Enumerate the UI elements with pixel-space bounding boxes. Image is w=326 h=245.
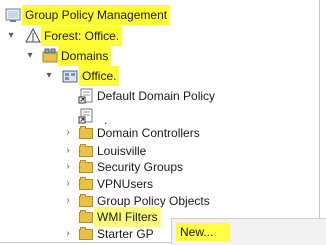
tree-node-domain-controllers-label: Domain Controllers [97, 126, 200, 140]
tree-node-office-label: Office. [79, 66, 120, 86]
ou-folder-icon [78, 125, 94, 141]
chevron-down-icon[interactable]: ▾ [6, 26, 16, 46]
tree-node-root-label: Group Policy Management [22, 5, 171, 25]
tree-node-starter-gpos[interactable]: › Starter GP [0, 224, 172, 244]
domain-icon [62, 70, 78, 83]
chevron-right-icon[interactable]: › [63, 123, 73, 143]
folder-icon [78, 226, 94, 242]
domains-icon [42, 48, 58, 63]
tree-node-domains[interactable]: ▾ Domains [0, 46, 150, 66]
gpo-link-icon [78, 108, 93, 124]
chevron-right-icon[interactable]: › [63, 224, 73, 244]
tree-node-root[interactable]: Group Policy Management [0, 5, 190, 25]
tree-panel: Group Policy Management ▾ Forest: Office… [0, 0, 320, 243]
tree-node-office[interactable]: ▾ Office. [0, 66, 150, 86]
folder-icon [78, 209, 94, 225]
context-menu-new[interactable]: New... [176, 223, 230, 241]
tree-node-forest[interactable]: ▾ Forest: Office. [0, 26, 150, 46]
ou-folder-icon [78, 176, 94, 192]
gpo-link-icon [78, 88, 93, 104]
chevron-down-icon[interactable]: ▾ [25, 46, 35, 66]
ou-folder-icon [78, 159, 94, 175]
forest-icon [25, 28, 41, 43]
chevron-down-icon[interactable]: ▾ [44, 66, 54, 86]
tree-node-starter-gpos-label: Starter GP [97, 227, 154, 241]
tree-node-forest-label: Forest: Office. [41, 26, 123, 46]
context-menu: New... [171, 218, 326, 245]
tree-node-default-domain-policy[interactable]: Default Domain Policy [0, 86, 230, 106]
tree-node-domain-controllers[interactable]: › Domain Controllers [0, 123, 230, 143]
tree-node-domains-label: Domains [58, 46, 112, 66]
gpm-root-icon [5, 8, 21, 22]
tree-node-default-domain-policy-label: Default Domain Policy [97, 89, 216, 103]
